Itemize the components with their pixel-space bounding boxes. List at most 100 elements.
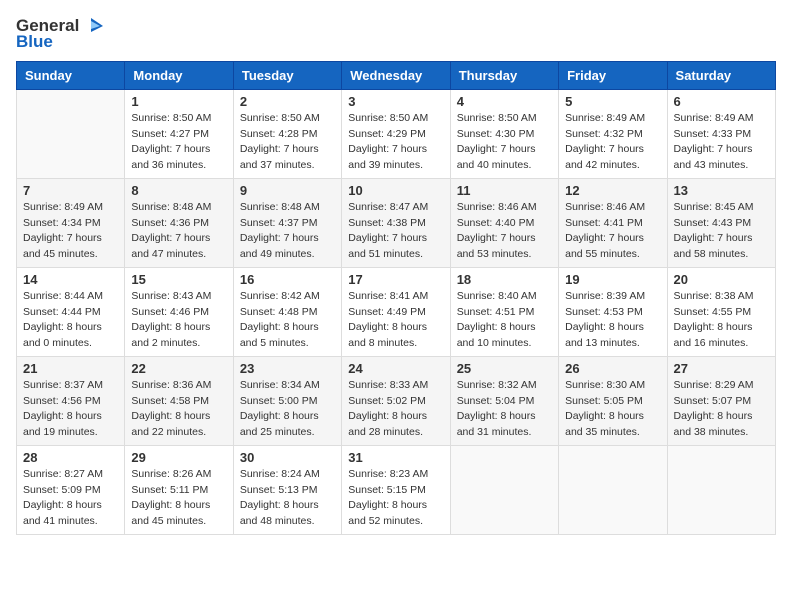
calendar-table: SundayMondayTuesdayWednesdayThursdayFrid… bbox=[16, 61, 776, 535]
calendar-day-cell: 30 Sunrise: 8:24 AMSunset: 5:13 PMDaylig… bbox=[233, 445, 341, 534]
calendar-week-row: 14 Sunrise: 8:44 AMSunset: 4:44 PMDaylig… bbox=[17, 267, 776, 356]
calendar-day-cell: 8 Sunrise: 8:48 AMSunset: 4:36 PMDayligh… bbox=[125, 178, 233, 267]
calendar-day-cell: 29 Sunrise: 8:26 AMSunset: 5:11 PMDaylig… bbox=[125, 445, 233, 534]
day-header-monday: Monday bbox=[125, 61, 233, 89]
calendar-day-cell: 9 Sunrise: 8:48 AMSunset: 4:37 PMDayligh… bbox=[233, 178, 341, 267]
calendar-day-cell: 15 Sunrise: 8:43 AMSunset: 4:46 PMDaylig… bbox=[125, 267, 233, 356]
calendar-day-cell: 21 Sunrise: 8:37 AMSunset: 4:56 PMDaylig… bbox=[17, 356, 125, 445]
calendar-day-cell bbox=[559, 445, 667, 534]
calendar-day-cell: 18 Sunrise: 8:40 AMSunset: 4:51 PMDaylig… bbox=[450, 267, 558, 356]
day-info: Sunrise: 8:46 AMSunset: 4:40 PMDaylight:… bbox=[457, 200, 552, 263]
day-info: Sunrise: 8:40 AMSunset: 4:51 PMDaylight:… bbox=[457, 289, 552, 352]
calendar-day-cell: 20 Sunrise: 8:38 AMSunset: 4:55 PMDaylig… bbox=[667, 267, 775, 356]
day-info: Sunrise: 8:43 AMSunset: 4:46 PMDaylight:… bbox=[131, 289, 226, 352]
day-info: Sunrise: 8:23 AMSunset: 5:15 PMDaylight:… bbox=[348, 467, 443, 530]
day-number: 15 bbox=[131, 272, 226, 287]
calendar-day-cell: 4 Sunrise: 8:50 AMSunset: 4:30 PMDayligh… bbox=[450, 89, 558, 178]
day-info: Sunrise: 8:37 AMSunset: 4:56 PMDaylight:… bbox=[23, 378, 118, 441]
day-header-tuesday: Tuesday bbox=[233, 61, 341, 89]
day-info: Sunrise: 8:48 AMSunset: 4:37 PMDaylight:… bbox=[240, 200, 335, 263]
calendar-day-cell: 17 Sunrise: 8:41 AMSunset: 4:49 PMDaylig… bbox=[342, 267, 450, 356]
day-header-wednesday: Wednesday bbox=[342, 61, 450, 89]
calendar-day-cell: 6 Sunrise: 8:49 AMSunset: 4:33 PMDayligh… bbox=[667, 89, 775, 178]
day-info: Sunrise: 8:26 AMSunset: 5:11 PMDaylight:… bbox=[131, 467, 226, 530]
calendar-week-row: 7 Sunrise: 8:49 AMSunset: 4:34 PMDayligh… bbox=[17, 178, 776, 267]
day-header-saturday: Saturday bbox=[667, 61, 775, 89]
day-number: 27 bbox=[674, 361, 769, 376]
calendar-day-cell: 3 Sunrise: 8:50 AMSunset: 4:29 PMDayligh… bbox=[342, 89, 450, 178]
day-number: 24 bbox=[348, 361, 443, 376]
day-number: 5 bbox=[565, 94, 660, 109]
day-number: 16 bbox=[240, 272, 335, 287]
day-info: Sunrise: 8:30 AMSunset: 5:05 PMDaylight:… bbox=[565, 378, 660, 441]
page-header: General Blue bbox=[16, 16, 776, 53]
day-number: 29 bbox=[131, 450, 226, 465]
day-number: 19 bbox=[565, 272, 660, 287]
calendar-day-cell: 26 Sunrise: 8:30 AMSunset: 5:05 PMDaylig… bbox=[559, 356, 667, 445]
day-info: Sunrise: 8:50 AMSunset: 4:28 PMDaylight:… bbox=[240, 111, 335, 174]
day-info: Sunrise: 8:38 AMSunset: 4:55 PMDaylight:… bbox=[674, 289, 769, 352]
day-info: Sunrise: 8:32 AMSunset: 5:04 PMDaylight:… bbox=[457, 378, 552, 441]
day-number: 26 bbox=[565, 361, 660, 376]
calendar-day-cell: 27 Sunrise: 8:29 AMSunset: 5:07 PMDaylig… bbox=[667, 356, 775, 445]
day-info: Sunrise: 8:41 AMSunset: 4:49 PMDaylight:… bbox=[348, 289, 443, 352]
day-info: Sunrise: 8:44 AMSunset: 4:44 PMDaylight:… bbox=[23, 289, 118, 352]
day-number: 8 bbox=[131, 183, 226, 198]
day-number: 21 bbox=[23, 361, 118, 376]
calendar-day-cell: 11 Sunrise: 8:46 AMSunset: 4:40 PMDaylig… bbox=[450, 178, 558, 267]
calendar-week-row: 21 Sunrise: 8:37 AMSunset: 4:56 PMDaylig… bbox=[17, 356, 776, 445]
day-number: 2 bbox=[240, 94, 335, 109]
day-header-thursday: Thursday bbox=[450, 61, 558, 89]
day-info: Sunrise: 8:49 AMSunset: 4:32 PMDaylight:… bbox=[565, 111, 660, 174]
calendar-header-row: SundayMondayTuesdayWednesdayThursdayFrid… bbox=[17, 61, 776, 89]
day-number: 20 bbox=[674, 272, 769, 287]
calendar-day-cell: 16 Sunrise: 8:42 AMSunset: 4:48 PMDaylig… bbox=[233, 267, 341, 356]
day-info: Sunrise: 8:49 AMSunset: 4:33 PMDaylight:… bbox=[674, 111, 769, 174]
day-info: Sunrise: 8:34 AMSunset: 5:00 PMDaylight:… bbox=[240, 378, 335, 441]
day-number: 3 bbox=[348, 94, 443, 109]
day-number: 22 bbox=[131, 361, 226, 376]
day-info: Sunrise: 8:48 AMSunset: 4:36 PMDaylight:… bbox=[131, 200, 226, 263]
calendar-day-cell bbox=[450, 445, 558, 534]
day-number: 30 bbox=[240, 450, 335, 465]
day-info: Sunrise: 8:27 AMSunset: 5:09 PMDaylight:… bbox=[23, 467, 118, 530]
day-info: Sunrise: 8:29 AMSunset: 5:07 PMDaylight:… bbox=[674, 378, 769, 441]
day-number: 25 bbox=[457, 361, 552, 376]
calendar-day-cell bbox=[17, 89, 125, 178]
day-number: 23 bbox=[240, 361, 335, 376]
day-header-friday: Friday bbox=[559, 61, 667, 89]
day-info: Sunrise: 8:24 AMSunset: 5:13 PMDaylight:… bbox=[240, 467, 335, 530]
calendar-day-cell: 28 Sunrise: 8:27 AMSunset: 5:09 PMDaylig… bbox=[17, 445, 125, 534]
day-number: 6 bbox=[674, 94, 769, 109]
calendar-day-cell: 19 Sunrise: 8:39 AMSunset: 4:53 PMDaylig… bbox=[559, 267, 667, 356]
day-info: Sunrise: 8:36 AMSunset: 4:58 PMDaylight:… bbox=[131, 378, 226, 441]
calendar-day-cell: 5 Sunrise: 8:49 AMSunset: 4:32 PMDayligh… bbox=[559, 89, 667, 178]
calendar-day-cell: 14 Sunrise: 8:44 AMSunset: 4:44 PMDaylig… bbox=[17, 267, 125, 356]
day-number: 11 bbox=[457, 183, 552, 198]
day-info: Sunrise: 8:50 AMSunset: 4:29 PMDaylight:… bbox=[348, 111, 443, 174]
day-number: 12 bbox=[565, 183, 660, 198]
calendar-day-cell: 2 Sunrise: 8:50 AMSunset: 4:28 PMDayligh… bbox=[233, 89, 341, 178]
calendar-day-cell: 12 Sunrise: 8:46 AMSunset: 4:41 PMDaylig… bbox=[559, 178, 667, 267]
calendar-day-cell bbox=[667, 445, 775, 534]
day-number: 28 bbox=[23, 450, 118, 465]
day-info: Sunrise: 8:42 AMSunset: 4:48 PMDaylight:… bbox=[240, 289, 335, 352]
calendar-day-cell: 23 Sunrise: 8:34 AMSunset: 5:00 PMDaylig… bbox=[233, 356, 341, 445]
calendar-day-cell: 25 Sunrise: 8:32 AMSunset: 5:04 PMDaylig… bbox=[450, 356, 558, 445]
calendar-day-cell: 10 Sunrise: 8:47 AMSunset: 4:38 PMDaylig… bbox=[342, 178, 450, 267]
day-info: Sunrise: 8:50 AMSunset: 4:27 PMDaylight:… bbox=[131, 111, 226, 174]
day-number: 7 bbox=[23, 183, 118, 198]
day-number: 9 bbox=[240, 183, 335, 198]
day-info: Sunrise: 8:33 AMSunset: 5:02 PMDaylight:… bbox=[348, 378, 443, 441]
calendar-day-cell: 24 Sunrise: 8:33 AMSunset: 5:02 PMDaylig… bbox=[342, 356, 450, 445]
calendar-week-row: 1 Sunrise: 8:50 AMSunset: 4:27 PMDayligh… bbox=[17, 89, 776, 178]
logo-blue-text: Blue bbox=[16, 32, 103, 52]
calendar-day-cell: 1 Sunrise: 8:50 AMSunset: 4:27 PMDayligh… bbox=[125, 89, 233, 178]
day-info: Sunrise: 8:50 AMSunset: 4:30 PMDaylight:… bbox=[457, 111, 552, 174]
day-number: 17 bbox=[348, 272, 443, 287]
day-number: 13 bbox=[674, 183, 769, 198]
day-info: Sunrise: 8:45 AMSunset: 4:43 PMDaylight:… bbox=[674, 200, 769, 263]
day-info: Sunrise: 8:49 AMSunset: 4:34 PMDaylight:… bbox=[23, 200, 118, 263]
calendar-day-cell: 22 Sunrise: 8:36 AMSunset: 4:58 PMDaylig… bbox=[125, 356, 233, 445]
day-number: 1 bbox=[131, 94, 226, 109]
